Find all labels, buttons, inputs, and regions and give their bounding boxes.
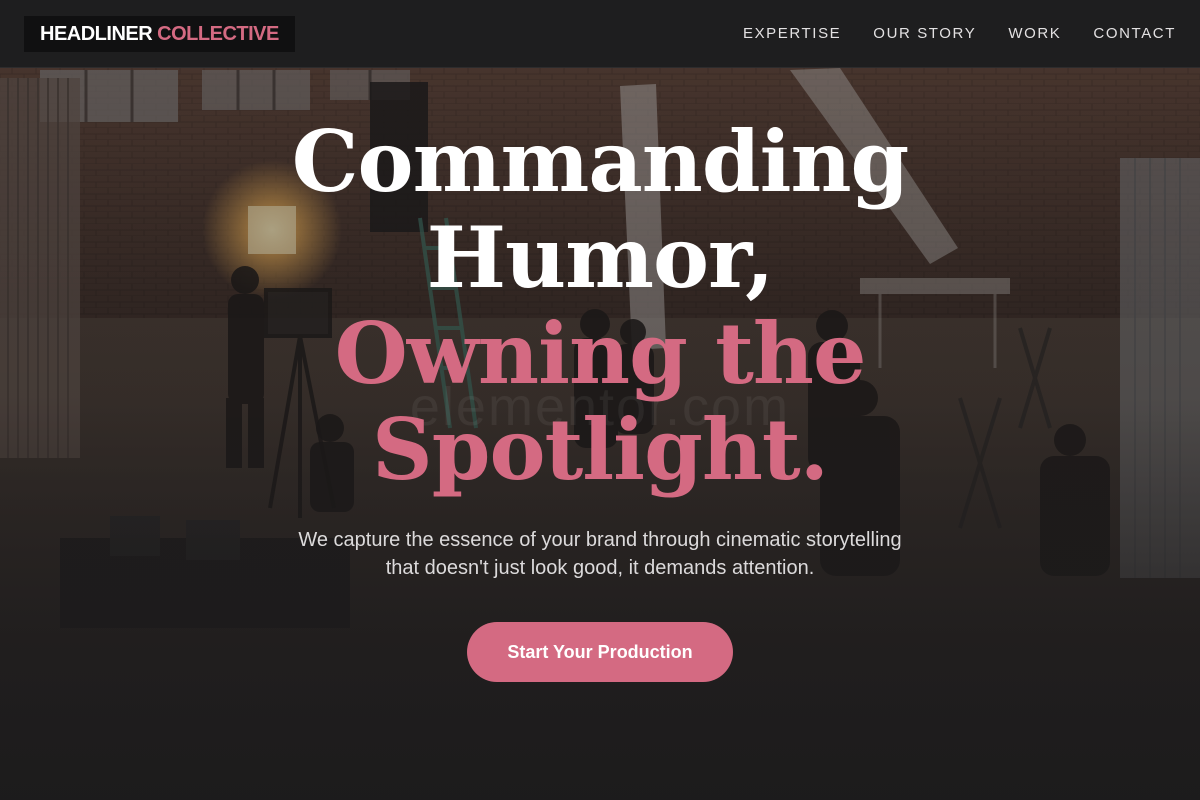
headline-line-4: Spotlight.	[372, 400, 829, 499]
nav-link-our-story[interactable]: OUR STORY	[873, 25, 976, 42]
headline-line-1: Commanding	[291, 112, 910, 211]
site-header: HEADLINER COLLECTIVE EXPERTISE OUR STORY…	[0, 0, 1200, 68]
hero-subtitle: We capture the essence of your brand thr…	[250, 526, 950, 582]
logo[interactable]: HEADLINER COLLECTIVE	[24, 16, 295, 52]
nav-link-contact[interactable]: CONTACT	[1093, 25, 1176, 42]
subtitle-line-1: We capture the essence of your brand thr…	[298, 529, 902, 551]
main-nav: EXPERTISE OUR STORY WORK CONTACT	[743, 0, 1176, 67]
start-production-button[interactable]: Start Your Production	[467, 622, 733, 682]
logo-text-primary: HEADLINER	[40, 22, 153, 45]
headline-line-3: Owning the	[334, 304, 867, 403]
headline-line-2: Humor,	[426, 208, 775, 307]
logo-text-accent: COLLECTIVE	[157, 22, 279, 45]
nav-link-expertise[interactable]: EXPERTISE	[743, 25, 841, 42]
subtitle-line-2: that doesn't just look good, it demands …	[385, 557, 815, 579]
hero-headline: Commanding Humor, Owning the Spotlight.	[100, 114, 1100, 498]
nav-link-work[interactable]: WORK	[1008, 25, 1061, 42]
